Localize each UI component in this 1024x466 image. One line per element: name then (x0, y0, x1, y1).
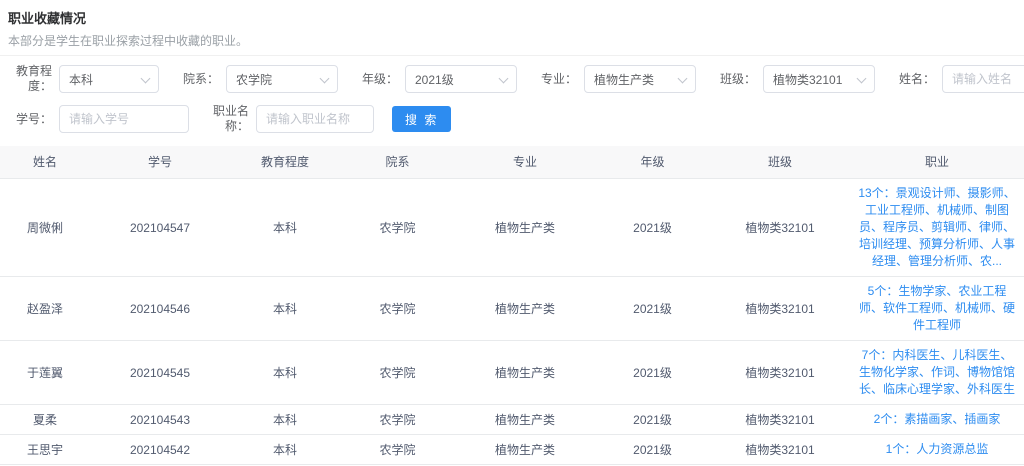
table-row: 夏柔202104543本科农学院植物生产类2021级植物类321012个：素描画… (0, 405, 1024, 435)
major-select-value: 植物生产类 (594, 71, 654, 88)
cell-class: 植物类32101 (710, 360, 850, 386)
cell-class: 植物类32101 (710, 437, 850, 463)
cell-major: 植物生产类 (455, 437, 595, 463)
cell-department: 农学院 (340, 360, 455, 386)
name-input[interactable] (942, 65, 1024, 93)
cell-student-id: 202104543 (90, 407, 230, 433)
cell-jobs-link[interactable]: 1个：人力资源总监 (850, 435, 1024, 464)
student-id-input[interactable] (59, 105, 189, 133)
cell-education: 本科 (230, 407, 340, 433)
cell-department: 农学院 (340, 437, 455, 463)
filter-major: 专业： 植物生产类 (533, 65, 696, 93)
cell-grade: 2021级 (595, 407, 710, 433)
filter-row-1: 教育程度： 本科 院系： 农学院 年级： 2021级 专业： 植物生产类 (8, 64, 1016, 94)
column-header-7: 职业 (850, 146, 1024, 178)
cell-department: 农学院 (340, 407, 455, 433)
cell-education: 本科 (230, 215, 340, 241)
cell-class: 植物类32101 (710, 296, 850, 322)
education-select[interactable]: 本科 (59, 65, 159, 93)
cell-major: 植物生产类 (455, 360, 595, 386)
filter-class: 班级： 植物类32101 (712, 65, 875, 93)
cell-name: 王思宇 (0, 437, 90, 463)
cell-student-id: 202104542 (90, 437, 230, 463)
filter-bar: 教育程度： 本科 院系： 农学院 年级： 2021级 专业： 植物生产类 (0, 56, 1024, 146)
job-name-input[interactable] (256, 105, 374, 133)
chevron-down-icon (857, 74, 867, 84)
major-label: 专业： (533, 72, 577, 87)
chevron-down-icon (320, 74, 330, 84)
page-title: 职业收藏情况 (8, 8, 1016, 27)
cell-name: 周微俐 (0, 215, 90, 241)
cell-grade: 2021级 (595, 296, 710, 322)
cell-grade: 2021级 (595, 437, 710, 463)
cell-name: 赵盈泽 (0, 296, 90, 322)
filter-education: 教育程度： 本科 (8, 64, 159, 94)
cell-major: 植物生产类 (455, 296, 595, 322)
column-header-2: 教育程度 (230, 146, 340, 178)
cell-jobs-link[interactable]: 5个：生物学家、农业工程师、软件工程师、机械师、硬件工程师 (850, 277, 1024, 340)
cell-jobs-link[interactable]: 7个：内科医生、儿科医生、生物化学家、作词、博物馆馆长、临床心理学家、外科医生 (850, 341, 1024, 404)
grade-label: 年级： (354, 72, 398, 87)
page-header: 职业收藏情况 本部分是学生在职业探索过程中收藏的职业。 (0, 0, 1024, 56)
chevron-down-icon (141, 74, 151, 84)
column-header-6: 班级 (710, 146, 850, 178)
page-subtitle: 本部分是学生在职业探索过程中收藏的职业。 (8, 32, 1016, 49)
cell-class: 植物类32101 (710, 215, 850, 241)
cell-jobs-link[interactable]: 2个：素描画家、插画家 (850, 405, 1024, 434)
cell-grade: 2021级 (595, 360, 710, 386)
filter-row-2: 学号： 职业名称： 搜 索 (8, 104, 1016, 134)
cell-grade: 2021级 (595, 215, 710, 241)
filter-grade: 年级： 2021级 (354, 65, 517, 93)
jobs-table: 姓名学号教育程度院系专业年级班级职业 周微俐202104547本科农学院植物生产… (0, 146, 1024, 466)
cell-class: 植物类32101 (710, 407, 850, 433)
grade-select[interactable]: 2021级 (405, 65, 517, 93)
department-select-value: 农学院 (236, 71, 272, 88)
table-row: 赵盈泽202104546本科农学院植物生产类2021级植物类321015个：生物… (0, 277, 1024, 341)
chevron-down-icon (499, 74, 509, 84)
cell-department: 农学院 (340, 215, 455, 241)
column-header-4: 专业 (455, 146, 595, 178)
cell-name: 于莲翼 (0, 360, 90, 386)
table-row: 周微俐202104547本科农学院植物生产类2021级植物类3210113个：景… (0, 179, 1024, 277)
class-select-value: 植物类32101 (773, 71, 842, 88)
cell-jobs-link[interactable]: 13个：景观设计师、摄影师、工业工程师、机械师、制图员、程序员、剪辑师、律师、培… (850, 179, 1024, 276)
cell-major: 植物生产类 (455, 215, 595, 241)
table-row: 于莲翼202104545本科农学院植物生产类2021级植物类321017个：内科… (0, 341, 1024, 405)
column-header-0: 姓名 (0, 146, 90, 178)
cell-major: 植物生产类 (455, 407, 595, 433)
table-body: 周微俐202104547本科农学院植物生产类2021级植物类3210113个：景… (0, 179, 1024, 466)
column-header-3: 院系 (340, 146, 455, 178)
column-header-5: 年级 (595, 146, 710, 178)
department-label: 院系： (175, 72, 219, 87)
student-id-label: 学号： (8, 112, 52, 127)
job-name-label: 职业名称： (205, 104, 249, 134)
cell-student-id: 202104546 (90, 296, 230, 322)
major-select[interactable]: 植物生产类 (584, 65, 696, 93)
cell-student-id: 202104547 (90, 215, 230, 241)
cell-name: 夏柔 (0, 407, 90, 433)
education-label: 教育程度： (8, 64, 52, 94)
cell-education: 本科 (230, 437, 340, 463)
filter-student-id: 学号： (8, 105, 189, 133)
filter-name: 姓名： (891, 65, 1024, 93)
class-select[interactable]: 植物类32101 (763, 65, 875, 93)
cell-department: 农学院 (340, 296, 455, 322)
cell-student-id: 202104545 (90, 360, 230, 386)
department-select[interactable]: 农学院 (226, 65, 338, 93)
cell-education: 本科 (230, 360, 340, 386)
column-header-1: 学号 (90, 146, 230, 178)
table-row: 王思宇202104542本科农学院植物生产类2021级植物类321011个：人力… (0, 435, 1024, 465)
grade-select-value: 2021级 (415, 71, 454, 88)
filter-department: 院系： 农学院 (175, 65, 338, 93)
class-label: 班级： (712, 72, 756, 87)
chevron-down-icon (678, 74, 688, 84)
education-select-value: 本科 (69, 71, 93, 88)
filter-job-name: 职业名称： (205, 104, 374, 134)
name-label: 姓名： (891, 72, 935, 87)
search-button[interactable]: 搜 索 (392, 106, 451, 132)
cell-education: 本科 (230, 296, 340, 322)
table-header-row: 姓名学号教育程度院系专业年级班级职业 (0, 146, 1024, 179)
